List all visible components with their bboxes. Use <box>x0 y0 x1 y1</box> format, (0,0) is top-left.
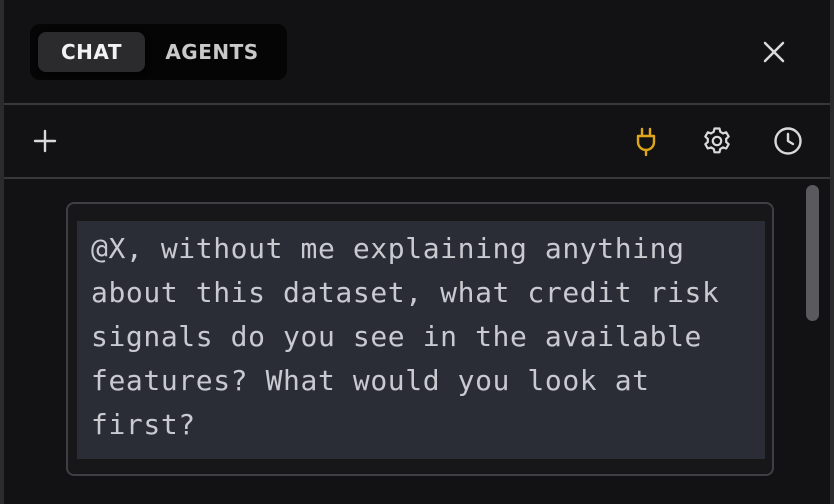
chat-panel: CHAT AGENTS @X, without me explaining an… <box>0 0 834 504</box>
scrollbar[interactable] <box>803 182 823 504</box>
plugin-button[interactable] <box>630 125 662 157</box>
chat-content: @X, without me explaining anything about… <box>4 179 830 504</box>
close-icon <box>763 41 785 63</box>
new-chat-button[interactable] <box>29 125 61 157</box>
clock-icon <box>774 127 802 155</box>
panel-header: CHAT AGENTS <box>4 0 830 105</box>
tab-switcher: CHAT AGENTS <box>30 24 287 80</box>
tab-chat[interactable]: CHAT <box>38 32 145 72</box>
tab-agents[interactable]: AGENTS <box>152 32 272 72</box>
chat-toolbar <box>4 105 830 179</box>
message-text: @X, without me explaining anything about… <box>91 232 737 441</box>
message-body: @X, without me explaining anything about… <box>77 221 765 459</box>
history-button[interactable] <box>772 125 804 157</box>
close-button[interactable] <box>760 38 788 66</box>
plug-icon <box>636 127 656 157</box>
settings-button[interactable] <box>701 125 733 157</box>
user-message: @X, without me explaining anything about… <box>66 202 774 476</box>
plus-icon <box>33 129 57 153</box>
gear-icon <box>704 127 730 154</box>
scrollbar-thumb[interactable] <box>806 185 819 321</box>
